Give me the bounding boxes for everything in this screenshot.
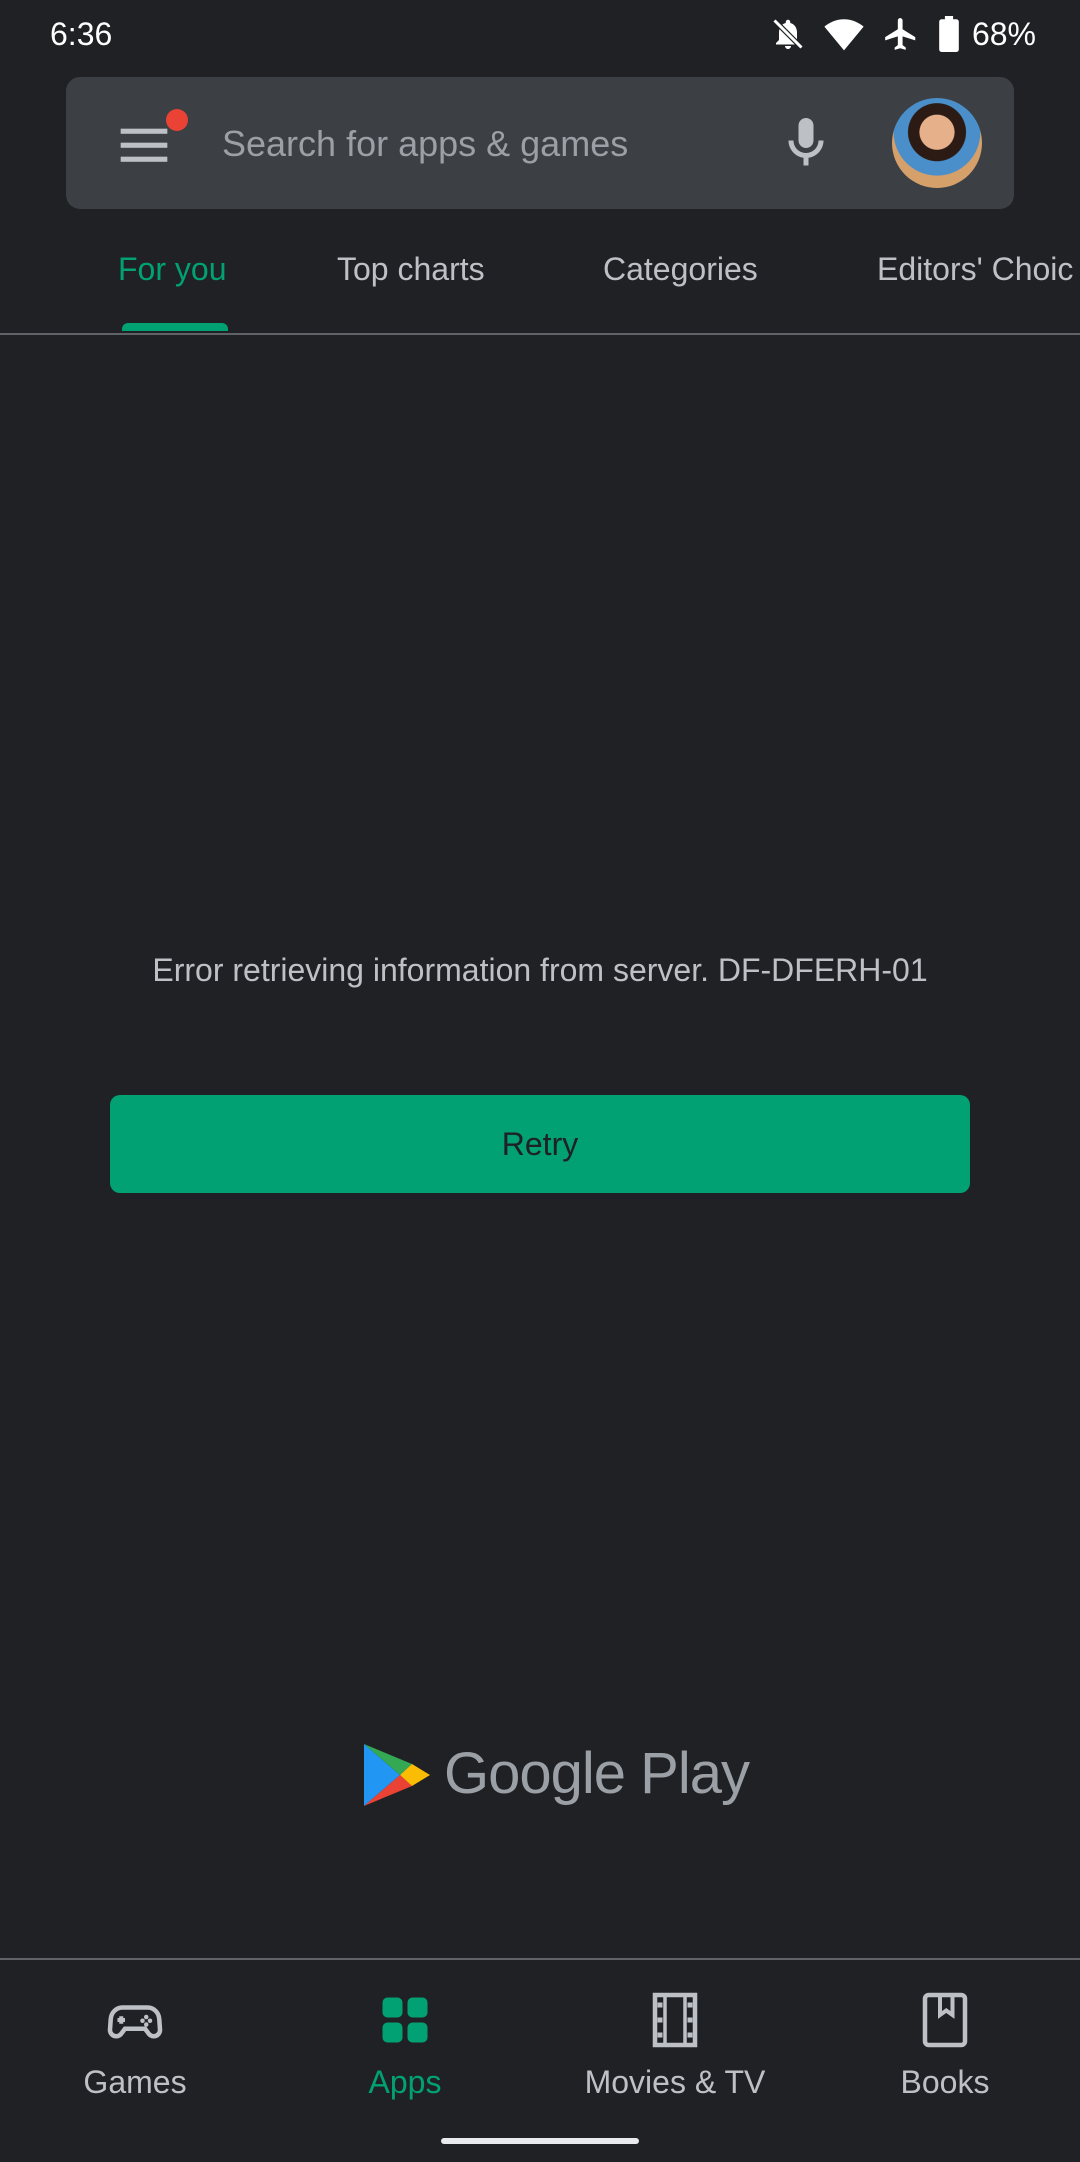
avatar[interactable] bbox=[892, 98, 982, 188]
bottom-navigation: Games Apps Movies & TV Books bbox=[0, 1958, 1080, 2162]
book-icon bbox=[922, 1992, 968, 2048]
retry-button[interactable]: Retry bbox=[110, 1095, 970, 1193]
tab-categories[interactable]: Categories bbox=[603, 249, 758, 289]
search-input[interactable] bbox=[220, 107, 804, 181]
battery-icon bbox=[939, 16, 959, 52]
nav-books[interactable]: Books bbox=[810, 1990, 1080, 2102]
google-play-wordmark: Google Play bbox=[444, 1741, 750, 1806]
microphone-icon[interactable] bbox=[776, 113, 836, 173]
status-time: 6:36 bbox=[50, 16, 113, 52]
tab-bar: For you Top charts Categories Editors' C… bbox=[0, 235, 1080, 335]
status-icons: 68% bbox=[770, 12, 1036, 56]
film-icon bbox=[652, 1992, 698, 2048]
active-tab-indicator bbox=[122, 323, 228, 331]
tab-editors-choice[interactable]: Editors' Choic bbox=[877, 249, 1073, 289]
wifi-icon bbox=[824, 19, 864, 51]
error-message: Error retrieving information from server… bbox=[152, 952, 928, 988]
nav-movies-tv[interactable]: Movies & TV bbox=[540, 1990, 810, 2102]
apps-grid-icon bbox=[382, 1997, 428, 2043]
nav-games[interactable]: Games bbox=[0, 1990, 270, 2102]
google-play-logo-icon bbox=[364, 1744, 430, 1806]
gamepad-icon bbox=[107, 2005, 163, 2039]
tab-top-charts[interactable]: Top charts bbox=[337, 249, 485, 289]
tab-for-you[interactable]: For you bbox=[118, 249, 226, 289]
menu-icon[interactable] bbox=[116, 117, 172, 173]
battery-percentage: 68% bbox=[971, 16, 1036, 52]
nav-label: Books bbox=[900, 2064, 990, 2100]
nav-label: Movies & TV bbox=[584, 2064, 766, 2100]
airplane-mode-icon bbox=[885, 18, 916, 50]
notification-dot bbox=[166, 109, 188, 131]
nav-label: Apps bbox=[368, 2064, 442, 2100]
search-bar[interactable] bbox=[66, 77, 1014, 209]
nav-apps[interactable]: Apps bbox=[270, 1990, 540, 2102]
nav-label: Games bbox=[83, 2064, 187, 2100]
gesture-handle[interactable] bbox=[441, 2138, 639, 2144]
notifications-off-icon bbox=[772, 18, 804, 50]
